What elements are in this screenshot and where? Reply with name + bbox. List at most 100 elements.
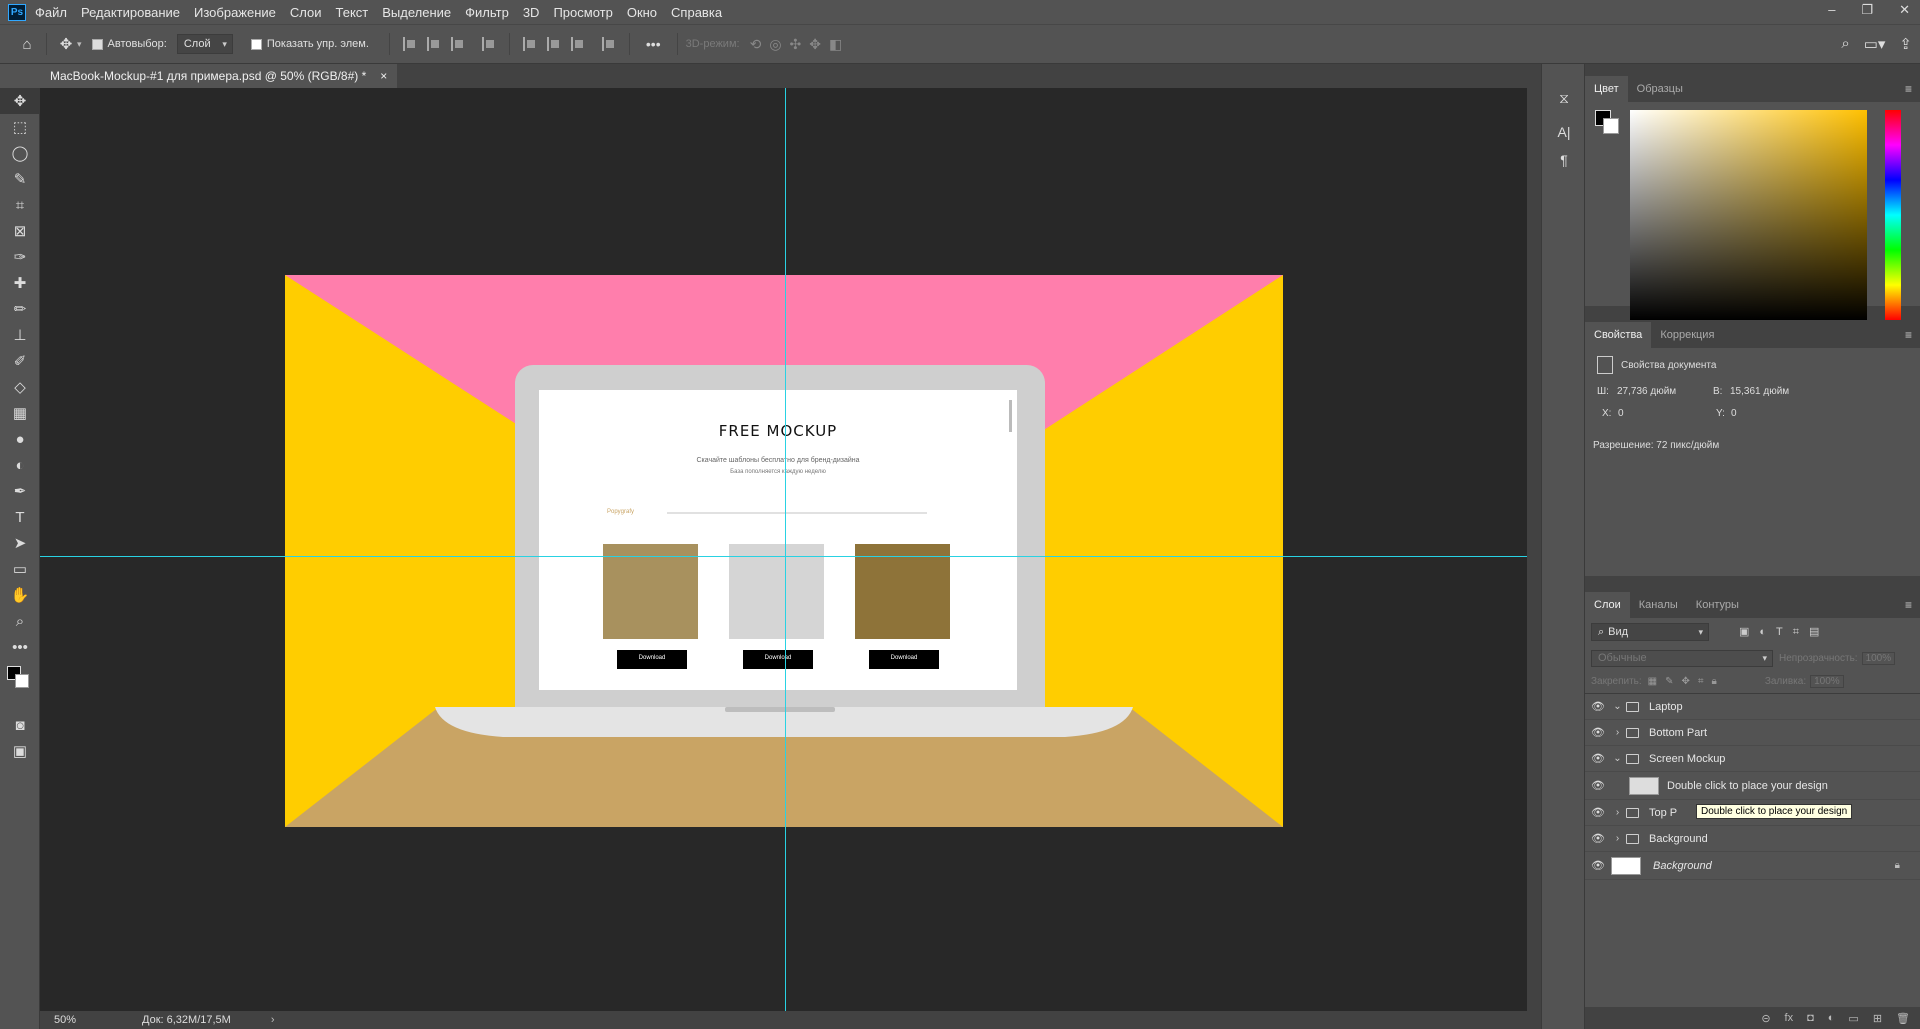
menu-help[interactable]: Справка [671, 5, 722, 20]
chevron-right-icon[interactable]: › [1611, 833, 1624, 844]
menu-3d[interactable]: 3D [523, 5, 540, 20]
layer-row[interactable]: 👁︎ ⌄ Laptop [1585, 694, 1920, 720]
visibility-eye-icon[interactable]: 👁︎ [1585, 859, 1611, 872]
background-color-swatch[interactable] [15, 674, 29, 688]
tab-paths[interactable]: Контуры [1687, 592, 1748, 618]
menu-layers[interactable]: Слои [290, 5, 322, 20]
history-brush-tool-icon[interactable]: ✐ [0, 348, 40, 374]
width-value[interactable]: 27,736 дюйм [1617, 386, 1676, 397]
lock-icons[interactable]: ▦✎✥⌗🔒︎ [1648, 676, 1725, 687]
zoom-level[interactable]: 50% [54, 1014, 114, 1026]
path-select-tool-icon[interactable]: ➤ [0, 530, 40, 556]
horizontal-guide[interactable] [40, 556, 1527, 557]
layer-style-icon[interactable]: fx [1785, 1012, 1794, 1024]
canvas-area[interactable]: FREE MOCKUP Скачайте шаблоны бесплатно д… [40, 88, 1527, 1011]
color-swatches[interactable] [0, 660, 39, 712]
rectangle-tool-icon[interactable]: ▭ [0, 556, 40, 582]
y-value[interactable]: 0 [1731, 408, 1737, 419]
hand-tool-icon[interactable]: ✋ [0, 582, 40, 608]
layer-row[interactable]: 👁︎ ⌄ Screen Mockup [1585, 746, 1920, 772]
pen-tool-icon[interactable]: ✒ [0, 478, 40, 504]
layer-row[interactable]: 👁︎ › Bottom Part [1585, 720, 1920, 746]
history-panel-icon[interactable]: ⧖ [1542, 84, 1586, 112]
blend-mode-dropdown[interactable]: Обычные [1591, 649, 1773, 667]
align-right-icon[interactable] [450, 37, 465, 51]
align-left-icon[interactable] [402, 37, 417, 51]
add-mask-icon[interactable]: ◘ [1807, 1012, 1814, 1024]
new-layer-icon[interactable]: ⊞ [1873, 1012, 1882, 1025]
align-center-icon[interactable] [426, 37, 441, 51]
align-top-icon[interactable] [522, 37, 537, 51]
brush-tool-icon[interactable]: ✏ [0, 296, 40, 322]
tab-color[interactable]: Цвет [1585, 76, 1628, 102]
eraser-tool-icon[interactable]: ◇ [0, 374, 40, 400]
distribute-vertical-icon[interactable] [601, 37, 616, 51]
frame-tool-icon[interactable]: ⊠ [0, 218, 40, 244]
chevron-down-icon[interactable]: ▾ [77, 39, 82, 50]
background-color-swatch[interactable] [1603, 118, 1619, 134]
home-icon[interactable]: ⌂ [16, 33, 38, 55]
tab-swatches[interactable]: Образцы [1628, 76, 1692, 102]
filter-icons[interactable]: ▣◐T⌗▤ [1739, 625, 1829, 639]
clone-stamp-tool-icon[interactable]: ⊥ [0, 322, 40, 348]
x-value[interactable]: 0 [1618, 408, 1624, 419]
search-icon[interactable]: ⌕ [1841, 35, 1849, 53]
layer-row[interactable]: 👁︎ › Top P Double click to place your de… [1585, 800, 1920, 826]
auto-select-dropdown[interactable]: Слой [176, 34, 233, 54]
menu-view[interactable]: Просмотр [553, 5, 612, 20]
align-bottom-icon[interactable] [570, 37, 585, 51]
panel-menu-icon[interactable]: ≡ [1905, 598, 1912, 612]
close-tab-icon[interactable]: × [380, 69, 387, 83]
chevron-right-icon[interactable]: › [1611, 727, 1624, 738]
panel-menu-icon[interactable]: ≡ [1905, 82, 1912, 96]
visibility-eye-icon[interactable]: 👁︎ [1585, 726, 1611, 739]
hue-slider[interactable] [1885, 110, 1901, 320]
chevron-down-icon[interactable]: ⌄ [1611, 753, 1624, 764]
visibility-eye-icon[interactable]: 👁︎ [1585, 832, 1611, 845]
close-window-button[interactable]: ✕ [1899, 2, 1910, 18]
vertical-guide[interactable] [785, 88, 786, 1011]
camera-3d-icon[interactable]: ◧ [829, 36, 842, 53]
link-layers-icon[interactable]: ⊝ [1761, 1012, 1770, 1025]
menu-edit[interactable]: Редактирование [81, 5, 180, 20]
tab-layers[interactable]: Слои [1585, 592, 1630, 618]
pan-3d-icon[interactable]: ✣ [790, 36, 802, 53]
marquee-tool-icon[interactable]: ⬚ [0, 114, 40, 140]
lasso-tool-icon[interactable]: ◯ [0, 140, 40, 166]
edit-toolbar-icon[interactable]: ••• [0, 634, 40, 660]
dodge-tool-icon[interactable]: ◐ [0, 452, 40, 478]
delete-layer-icon[interactable]: 🗑︎ [1896, 1012, 1910, 1025]
layer-row[interactable]: 👁︎ Background 🔒︎ [1585, 852, 1920, 880]
blur-tool-icon[interactable]: ● [0, 426, 40, 452]
document-canvas[interactable]: FREE MOCKUP Скачайте шаблоны бесплатно д… [285, 275, 1283, 827]
status-expand-icon[interactable]: › [271, 1014, 275, 1026]
share-icon[interactable]: ⇪ [1899, 35, 1912, 53]
move-tool-icon[interactable]: ✥ [0, 88, 40, 114]
slide-3d-icon[interactable]: ✥ [809, 36, 821, 53]
minimize-button[interactable]: – [1828, 2, 1835, 18]
zoom-tool-icon[interactable]: ⌕ [0, 608, 40, 634]
visibility-eye-icon[interactable]: 👁︎ [1585, 700, 1611, 713]
new-group-icon[interactable]: ▭ [1848, 1012, 1858, 1025]
fill-value[interactable]: 100% [1810, 675, 1844, 688]
visibility-eye-icon[interactable]: 👁︎ [1585, 752, 1611, 765]
orbit-3d-icon[interactable]: ⟲ [750, 36, 762, 53]
type-tool-icon[interactable]: T [0, 504, 40, 530]
roll-3d-icon[interactable]: ◎ [769, 36, 781, 53]
menu-file[interactable]: Файл [35, 5, 67, 20]
distribute-icon[interactable] [481, 37, 496, 51]
show-transform-checkbox[interactable] [250, 38, 262, 50]
gradient-tool-icon[interactable]: ▦ [0, 400, 40, 426]
align-middle-icon[interactable] [546, 37, 561, 51]
chevron-down-icon[interactable]: ⌄ [1611, 701, 1624, 712]
visibility-eye-icon[interactable]: 👁︎ [1585, 779, 1611, 792]
menu-type[interactable]: Текст [336, 5, 369, 20]
tab-adjustments[interactable]: Коррекция [1651, 322, 1723, 348]
photoshop-logo[interactable]: Ps [8, 3, 26, 21]
more-options-button[interactable]: ••• [646, 36, 661, 52]
visibility-eye-icon[interactable]: 👁︎ [1585, 806, 1611, 819]
tab-properties[interactable]: Свойства [1585, 322, 1652, 348]
auto-select-checkbox[interactable] [91, 38, 103, 50]
quick-select-tool-icon[interactable]: ✎ [0, 166, 40, 192]
restore-button[interactable]: ❐ [1861, 2, 1873, 18]
